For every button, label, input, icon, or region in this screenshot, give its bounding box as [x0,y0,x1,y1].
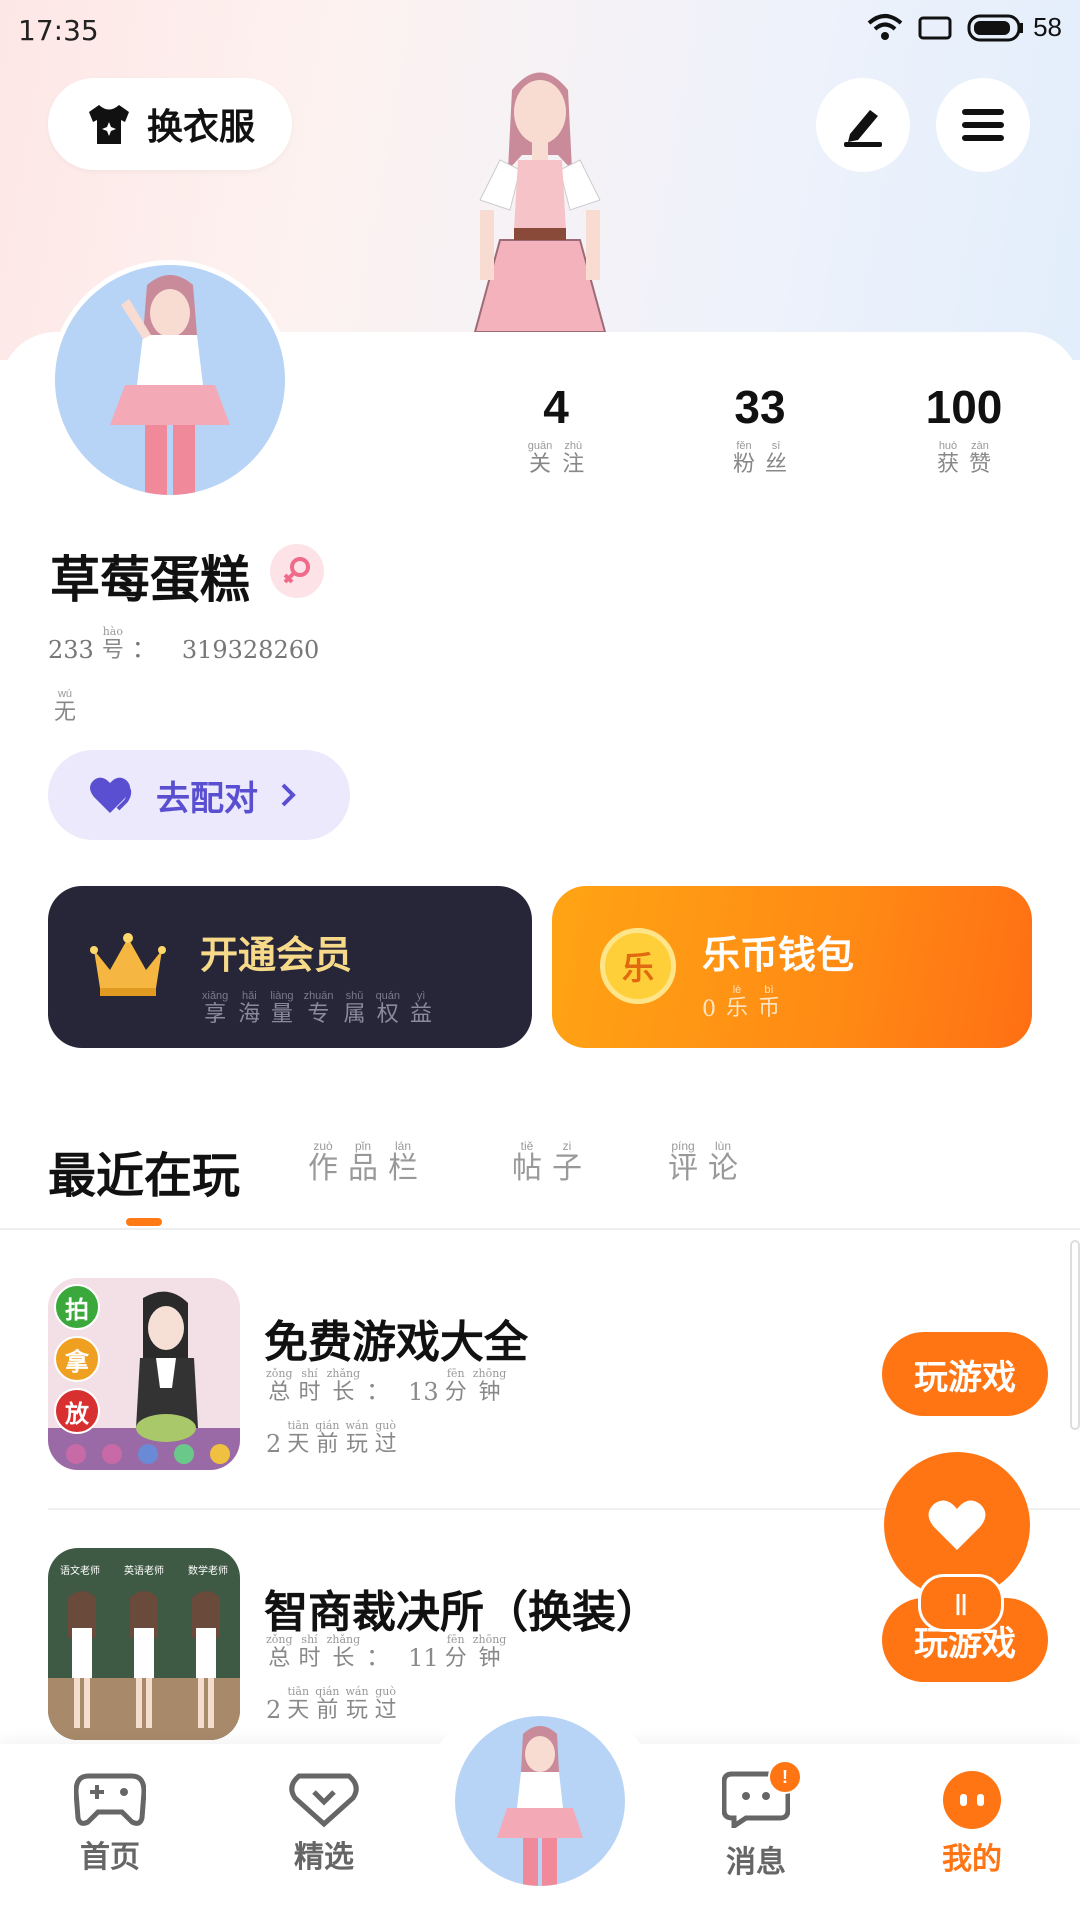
thumb-tag: 放 [54,1388,100,1434]
battery-level: 58 [1033,12,1062,42]
nav-avatar-button[interactable] [455,1716,625,1886]
wallet-amount: 0 [702,997,716,1022]
edit-profile-button[interactable] [816,78,910,172]
tab-comments[interactable]: píng 评 lùn 论 [668,1140,738,1186]
status-time: 17:35 [18,14,99,47]
game-last-played: 2 tiān 天 qián 前 wán 玩 guò 过 [266,1419,397,1459]
screen-rotate-icon [918,16,952,39]
user-id-prefix: 233 [48,636,94,664]
play-game-button[interactable]: 玩游戏 [882,1332,1048,1416]
tabs-divider [0,1228,1080,1230]
change-clothes-label: 换衣服 [146,106,255,147]
nav-label-home: 首页 [80,1841,140,1874]
nav-featured[interactable]: 精选 [244,1770,404,1876]
wifi-icon [867,13,903,40]
tab-posts[interactable]: tiě 帖 zi 子 [512,1140,582,1186]
tshirt-icon [88,105,129,144]
vip-membership-card[interactable]: 开通会员 xiǎng 享 hǎi 海 liàng 量 zhuān 专 shǔ 属 quán… [48,886,532,1048]
stat-likes-value: 100 [925,381,1003,433]
thumb-tag: 拿 [54,1336,100,1382]
game-play-duration: zǒng 总 shí 时 zhǎng 长 ： 13 fēn 分 zhōng 钟 [266,1367,507,1407]
nav-mine[interactable]: 我的 [892,1770,1052,1878]
thumb-tag: 语文老师 [60,1566,100,1577]
nav-label-messages: 消息 [726,1846,786,1879]
tab-works[interactable]: zuò 作 pǐn 品 lán 栏 [308,1140,418,1186]
battery-icon [967,14,1024,41]
stat-following-value: 4 [543,381,569,433]
user-id-row: 233 hào 号 ： 319328260 [48,625,320,665]
pen-icon [844,110,882,147]
game-title: 免费游戏大全 [264,1318,528,1367]
profile-tabs: 最近在玩 zuò 作 pǐn 品 lán 栏 tiě 帖 zi 子 píng 评 lùn 论 [48,1130,1048,1230]
game-list-item[interactable]: 拍 拿 放 免费游戏大全 zǒng 总 shí 时 zhǎng 长 ： 13 fēn 分… [48,1278,1048,1488]
stat-followers-label: fěn 粉 sī 丝 [732,440,788,477]
game-title: 智商裁决所（换装） [264,1588,660,1637]
hamburger-menu-icon [962,109,1004,141]
user-id-value: 319328260 [181,636,320,664]
heart-icon [928,1500,986,1550]
tab-recent-play[interactable]: 最近在玩 [48,1136,240,1206]
match-button[interactable]: 去配对 [48,750,350,840]
pause-icon[interactable]: || [918,1574,1004,1632]
avatar-3d-figure[interactable] [440,60,640,333]
nav-label-mine: 我的 [942,1843,1002,1876]
coin-icon: 乐 [600,928,676,1004]
bio-text: wú 无 [54,688,77,725]
stat-likes[interactable]: 100 huò 获 zàn 赞 [874,380,1054,478]
coin-wallet-card[interactable]: 乐 乐币钱包 0 lè 乐 bì 币 [552,886,1032,1048]
stat-likes-label: huò 获 zàn 赞 [936,440,992,477]
chevron-right-icon [281,783,296,807]
vip-title: 开通会员 [200,935,353,977]
game-last-played: 2 tiān 天 qián 前 wán 玩 guò 过 [266,1685,397,1725]
nav-home[interactable]: 首页 [30,1770,190,1876]
nav-label-featured: 精选 [294,1841,354,1874]
profile-face-icon [943,1771,1001,1829]
game-play-duration: zǒng 总 shí 时 zhǎng 长 ： 11 fēn 分 zhōng 钟 [266,1633,507,1673]
heart-tag-icon [289,1773,359,1828]
thumb-tag: 数学老师 [188,1566,228,1577]
game-thumbnail[interactable]: 语文老师 英语老师 数学老师 [48,1548,240,1740]
menu-button[interactable] [936,78,1030,172]
vip-subtitle: xiǎng 享 hǎi 海 liàng 量 zhuān 专 shǔ 属 quán 权 yì 益 [202,990,433,1027]
message-badge: ! [768,1760,802,1794]
crown-icon [90,933,166,996]
wallet-title: 乐币钱包 [702,935,855,977]
female-gender-icon [270,544,324,598]
thumb-tag: 英语老师 [124,1566,164,1577]
stat-followers[interactable]: 33 fěn 粉 sī 丝 [670,380,850,478]
wallet-balance: 0 lè 乐 bì 币 [702,984,781,1022]
thumb-tag: 拍 [54,1284,100,1330]
status-icons: 58 [867,12,1062,43]
stat-followers-value: 33 [734,381,786,433]
heart-icon [90,777,132,813]
stat-following-label: guān 关 zhù 注 [527,440,585,477]
profile-avatar[interactable] [50,260,290,500]
status-bar: 17:35 58 [0,0,1080,64]
active-tab-indicator [126,1218,162,1226]
game-thumbnail[interactable]: 拍 拿 放 [48,1278,240,1470]
username: 草莓蛋糕 [50,552,250,608]
user-id-label: hào 号 [101,625,124,664]
stat-following[interactable]: 4 guān 关 zhù 注 [466,380,646,478]
match-label: 去配对 [156,779,258,818]
scrollbar[interactable] [1070,1240,1080,1430]
gamepad-icon [74,1773,146,1826]
user-id-colon: ： [131,635,156,663]
change-clothes-button[interactable]: 换衣服 [48,78,292,170]
nav-messages[interactable]: ! 消息 [676,1760,836,1881]
